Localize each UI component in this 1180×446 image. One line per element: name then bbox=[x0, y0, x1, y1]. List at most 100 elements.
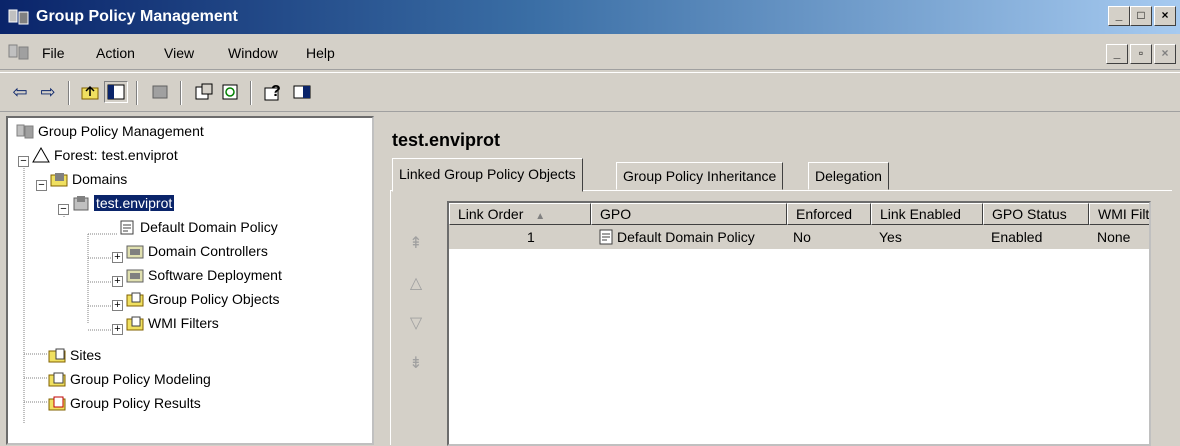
move-up-icon[interactable]: △ bbox=[405, 273, 427, 295]
collapse-forest-toggle[interactable]: − bbox=[18, 156, 29, 167]
up-folder-icon[interactable] bbox=[78, 81, 102, 103]
cell-enforced: No bbox=[793, 229, 811, 245]
tree-label: Group Policy Objects bbox=[148, 291, 280, 307]
expand-wmi-toggle[interactable]: + bbox=[112, 324, 123, 335]
column-gpo[interactable]: GPO bbox=[591, 203, 787, 225]
ou-icon bbox=[126, 267, 144, 283]
collapse-domains-toggle[interactable]: − bbox=[36, 180, 47, 191]
tree-item-results[interactable]: Group Policy Results bbox=[48, 392, 201, 414]
modeling-icon bbox=[48, 371, 66, 387]
tab-linked-gpos[interactable]: Linked Group Policy Objects bbox=[392, 158, 583, 192]
tab-panel: ⇞ △ ▽ ⇟ Link Order ▲ GPO Enforced Link E… bbox=[390, 190, 1172, 446]
list-header: Link Order ▲ GPO Enforced Link Enabled G… bbox=[449, 203, 1149, 225]
menu-file[interactable]: File bbox=[42, 45, 65, 61]
tab-delegation[interactable]: Delegation bbox=[808, 162, 889, 190]
wmi-folder-icon bbox=[126, 315, 144, 331]
column-enforced[interactable]: Enforced bbox=[787, 203, 871, 225]
toolbar-separator bbox=[180, 81, 182, 105]
forward-icon[interactable]: ⇨ bbox=[36, 81, 60, 103]
tree-label: Sites bbox=[70, 347, 102, 363]
help-icon[interactable]: ? bbox=[262, 81, 286, 103]
tree-item-domain-controllers[interactable]: Domain Controllers bbox=[126, 240, 268, 262]
doc-restore-button[interactable]: ▫ bbox=[1130, 44, 1152, 64]
console-tree[interactable]: Group Policy Management − Forest: test.e… bbox=[6, 116, 374, 445]
gpo-folder-icon bbox=[126, 291, 144, 307]
gpmc-app-icon bbox=[8, 8, 30, 31]
tree-item-domains[interactable]: Domains bbox=[50, 168, 127, 190]
sites-icon bbox=[48, 347, 66, 363]
close-button[interactable]: × bbox=[1154, 6, 1176, 26]
results-icon bbox=[48, 395, 66, 411]
tree-item-group-policy-objects[interactable]: Group Policy Objects bbox=[126, 288, 280, 310]
expand-gpo-toggle[interactable]: + bbox=[112, 300, 123, 311]
column-link-order[interactable]: Link Order ▲ bbox=[449, 203, 591, 225]
window-title: Group Policy Management bbox=[36, 8, 238, 25]
expand-dc-toggle[interactable]: + bbox=[112, 252, 123, 263]
menu-help[interactable]: Help bbox=[306, 45, 335, 61]
mmc-document-icon[interactable] bbox=[8, 43, 30, 64]
tree-item-test-enviprot[interactable]: test.enviprot bbox=[72, 192, 175, 214]
column-link-enabled[interactable]: Link Enabled bbox=[871, 203, 983, 225]
maximize-button[interactable]: □ bbox=[1130, 6, 1152, 26]
action-pane-icon[interactable] bbox=[290, 81, 314, 103]
tree-root-group-policy-management[interactable]: Group Policy Management bbox=[16, 120, 204, 142]
refresh-icon[interactable] bbox=[218, 81, 242, 103]
menu-action[interactable]: Action bbox=[96, 45, 135, 61]
details-pane: test.enviprot Linked Group Policy Object… bbox=[380, 116, 1180, 446]
tree-label: Group Policy Modeling bbox=[70, 371, 211, 387]
table-row[interactable]: 1 Default Domain Policy No Yes Enabled N… bbox=[449, 225, 1149, 249]
move-down-icon[interactable]: ▽ bbox=[405, 313, 427, 335]
domains-folder-icon bbox=[50, 171, 68, 187]
menu-bar: File Action View Window Help _ ▫ × bbox=[0, 36, 1180, 70]
collapse-domain-toggle[interactable]: − bbox=[58, 204, 69, 215]
column-wmi-filter[interactable]: WMI Filt bbox=[1089, 203, 1149, 225]
show-hide-tree-icon[interactable] bbox=[104, 81, 128, 103]
tree-label: test.enviprot bbox=[94, 195, 175, 211]
cell-gpo: Default Domain Policy bbox=[617, 229, 755, 245]
toolbar-separator bbox=[136, 81, 138, 105]
sort-ascending-icon: ▲ bbox=[535, 211, 546, 222]
domain-icon bbox=[72, 195, 90, 211]
cell-wmi-filter: None bbox=[1097, 229, 1131, 245]
properties-icon[interactable] bbox=[192, 81, 216, 103]
doc-minimize-button[interactable]: _ bbox=[1106, 44, 1128, 64]
back-icon[interactable]: ⇦ bbox=[8, 81, 32, 103]
doc-close-button[interactable]: × bbox=[1154, 44, 1176, 64]
linked-gpo-list[interactable]: Link Order ▲ GPO Enforced Link Enabled G… bbox=[447, 201, 1151, 446]
svg-text:?: ? bbox=[271, 83, 281, 100]
tree-label: Group Policy Results bbox=[70, 395, 201, 411]
tree-label: Forest: test.enviprot bbox=[54, 147, 178, 163]
toolbar-separator bbox=[250, 81, 252, 105]
cell-gpo-status: Enabled bbox=[991, 229, 1043, 245]
column-gpo-status[interactable]: GPO Status bbox=[983, 203, 1089, 225]
expand-sd-toggle[interactable]: + bbox=[112, 276, 123, 287]
tree-label: Default Domain Policy bbox=[140, 219, 278, 235]
tree-item-sites[interactable]: Sites bbox=[48, 344, 101, 366]
delete-icon[interactable] bbox=[148, 81, 172, 103]
tree-item-forest[interactable]: Forest: test.enviprot bbox=[32, 144, 178, 166]
toolbar-separator bbox=[68, 81, 70, 105]
cell-link-enabled: Yes bbox=[879, 229, 902, 245]
menu-window[interactable]: Window bbox=[228, 45, 278, 61]
gpo-link-icon bbox=[597, 225, 615, 249]
gpmc-icon bbox=[16, 123, 34, 139]
move-top-icon[interactable]: ⇞ bbox=[405, 233, 427, 255]
minimize-button[interactable]: _ bbox=[1108, 6, 1130, 26]
forest-icon bbox=[32, 146, 50, 163]
tree-label: Domains bbox=[72, 171, 128, 187]
title-bar: Group Policy Management _ □ × bbox=[0, 0, 1180, 34]
tree-label: Group Policy Management bbox=[38, 123, 204, 139]
tab-inheritance[interactable]: Group Policy Inheritance bbox=[616, 162, 784, 190]
tree-item-default-domain-policy[interactable]: Default Domain Policy bbox=[118, 216, 278, 238]
gpo-link-icon bbox=[118, 219, 136, 235]
tree-item-wmi-filters[interactable]: WMI Filters bbox=[126, 312, 219, 334]
move-bottom-icon[interactable]: ⇟ bbox=[405, 353, 427, 375]
menu-view[interactable]: View bbox=[164, 45, 194, 61]
cell-link-order: 1 bbox=[527, 229, 535, 245]
toolbar: ⇦ ⇨ ? bbox=[0, 72, 1180, 112]
tree-label: Domain Controllers bbox=[148, 243, 268, 259]
ou-icon bbox=[126, 243, 144, 259]
tree-item-modeling[interactable]: Group Policy Modeling bbox=[48, 368, 211, 390]
tree-item-software-deployment[interactable]: Software Deployment bbox=[126, 264, 282, 286]
page-title: test.enviprot bbox=[392, 130, 501, 150]
